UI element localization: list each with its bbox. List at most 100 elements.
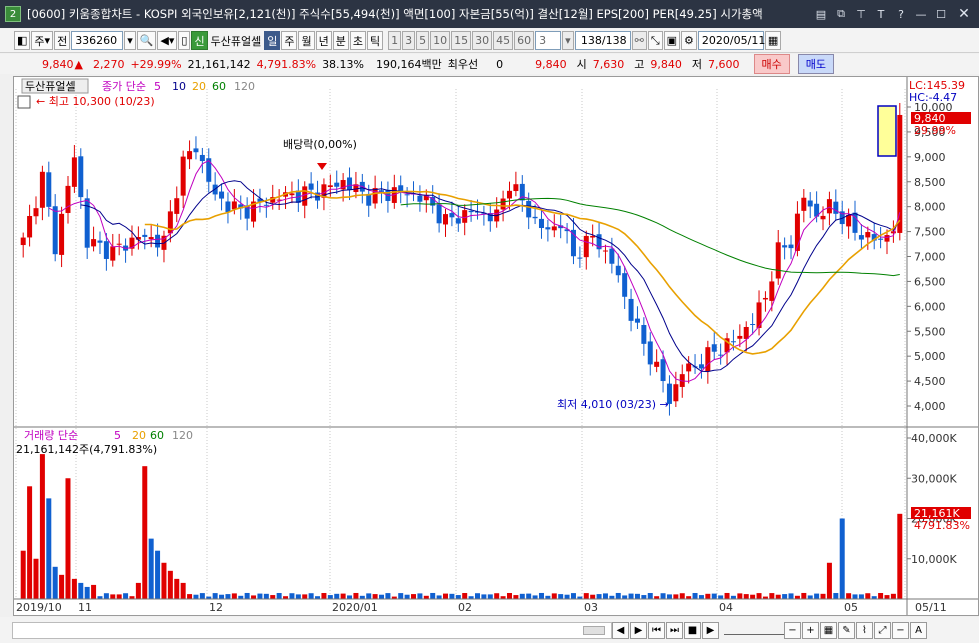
interval-5[interactable]: 5 [416, 31, 430, 50]
interval-45[interactable]: 45 [493, 31, 514, 50]
volume-bar [884, 595, 890, 599]
layout-icon[interactable]: ◧ [14, 31, 31, 50]
interval-10[interactable]: 10 [430, 31, 451, 50]
help-icon[interactable]: ? [893, 6, 909, 22]
volume-bars [20, 454, 903, 599]
font-size-icon[interactable]: A [910, 621, 927, 639]
axes: 10,0009,5009,0008,5008,0007,5007,0006,50… [14, 77, 978, 615]
candle-body [622, 273, 628, 297]
stock-name: 두산퓨얼셀 [210, 34, 262, 48]
period-minute[interactable]: 분 [332, 31, 349, 50]
period-tick[interactable]: 틱 [366, 31, 384, 50]
period-year[interactable]: 년 [315, 31, 332, 50]
interval-3[interactable]: 3 [402, 31, 416, 50]
prev-stock-icon[interactable]: ▯ [178, 31, 191, 50]
grid-lines [15, 89, 906, 599]
tool-icon[interactable]: ⤡ [647, 31, 663, 50]
zoom-out-icon[interactable]: − [784, 621, 801, 639]
ma-line-60 [400, 197, 900, 277]
first-icon[interactable]: ⏮ [648, 621, 665, 639]
period-week[interactable]: 주 [281, 31, 298, 50]
price-change: 2,270 [92, 57, 125, 71]
volume-bar [820, 593, 826, 599]
ruler-icon[interactable]: ⌇ [856, 621, 873, 639]
last-icon[interactable]: ⏭ [666, 621, 683, 639]
volume-bar [65, 478, 71, 599]
font-icon[interactable]: T [873, 6, 889, 22]
candle-body [737, 335, 743, 339]
stock-code-input[interactable]: 336260 [71, 31, 124, 50]
close-icon[interactable]: ✕ [953, 6, 975, 22]
period-second[interactable]: 초 [349, 31, 366, 50]
count-input[interactable]: 3 [535, 31, 562, 50]
calendar-icon[interactable]: ▦ [764, 31, 782, 50]
count-dropdown-icon[interactable]: ▾ [562, 31, 574, 50]
volume-bar [455, 595, 461, 599]
volume-bar [212, 593, 218, 599]
speaker-icon[interactable]: ◀▾ [157, 31, 178, 50]
window-number-badge: 2 [5, 6, 21, 22]
save-icon[interactable]: ▣ [663, 31, 681, 50]
candle-body [91, 239, 97, 247]
code-dropdown-icon[interactable]: ▾ [124, 31, 136, 50]
volume-bar [538, 592, 544, 599]
pin-icon[interactable]: ⊤ [853, 6, 869, 22]
chart-area[interactable]: 10,000 9,500 9,000 8,500 8,000 7,500 7,000 6,50… [13, 76, 979, 616]
dividend-arrow-icon [317, 163, 327, 170]
volume-bar [807, 595, 813, 599]
candle-body [449, 213, 455, 218]
interval-60[interactable]: 60 [514, 31, 535, 50]
trend-icon[interactable]: ⤢ [874, 621, 891, 639]
search-icon[interactable]: 🔍 [136, 31, 157, 50]
date-input[interactable]: 2020/05/11 [697, 31, 765, 50]
play-icon[interactable]: ▶ [702, 621, 719, 639]
stop-icon[interactable]: ■ [684, 621, 701, 639]
zoom-in-icon[interactable]: + [802, 621, 819, 639]
grid-icon[interactable]: ▦ [820, 621, 837, 639]
x-tick-label: 2020/01 [332, 601, 378, 614]
buy-button[interactable]: 매수 [753, 54, 790, 74]
candle-body [532, 216, 538, 219]
status-bar: ◀ ▶ ⏮ ⏭ ■ ▶ − + ▦ ✎ ⌇ ⤢ − A [0, 617, 979, 643]
volume-bar [84, 586, 90, 599]
restore-icon[interactable]: ⧉ [833, 6, 849, 22]
volume-bar [295, 594, 301, 599]
price-chart-svg[interactable]: 10,0009,5009,0008,5008,0007,5007,0006,50… [14, 77, 978, 615]
priority-value: 0 [496, 57, 504, 71]
zoom-slider[interactable] [724, 625, 784, 635]
link-icon[interactable]: ⚯ [631, 31, 647, 50]
maximize-icon[interactable]: ☐ [933, 6, 949, 22]
gear-icon[interactable]: ⚙ [681, 31, 697, 50]
sell-button[interactable]: 매도 [797, 54, 834, 74]
scroll-left-icon[interactable]: ◀ [612, 621, 629, 639]
minus-icon[interactable]: − [892, 621, 909, 639]
candle-body [577, 257, 583, 259]
range-field[interactable]: 138/138 [574, 31, 631, 50]
interval-15[interactable]: 15 [451, 31, 472, 50]
volume-bar [814, 593, 820, 599]
interval-30[interactable]: 30 [472, 31, 493, 50]
candle-body [302, 186, 308, 206]
candle-body [698, 364, 704, 369]
interval-1[interactable]: 1 [388, 31, 402, 50]
candle-body [750, 324, 756, 326]
chart-scrollbar[interactable] [12, 621, 612, 639]
menu-icon[interactable]: ▤ [813, 6, 829, 22]
x-tick-label: 12 [209, 601, 223, 614]
period-month[interactable]: 월 [298, 31, 315, 50]
candle-body [180, 156, 186, 196]
volume-bar [558, 594, 564, 599]
period-day[interactable]: 일 [264, 31, 281, 50]
volume-bar [59, 574, 65, 599]
price-tick-label: 7,500 [914, 226, 946, 239]
scroll-thumb[interactable] [583, 625, 605, 635]
candle-body [865, 232, 871, 238]
new-listing-badge: 신 [191, 31, 208, 50]
market-select[interactable]: 전 [54, 31, 71, 50]
scroll-right-icon[interactable]: ▶ [630, 621, 647, 639]
chart-labels: 두산퓨얼셀 종가 단순 5 10 20 60 120 ← 최고 10,300 (10/23) 최… [16, 78, 971, 532]
draw-icon[interactable]: ✎ [838, 621, 855, 639]
candle-body [20, 237, 26, 246]
minimize-icon[interactable]: — [913, 6, 929, 22]
mode-select[interactable]: 주 ▾ [31, 31, 54, 50]
